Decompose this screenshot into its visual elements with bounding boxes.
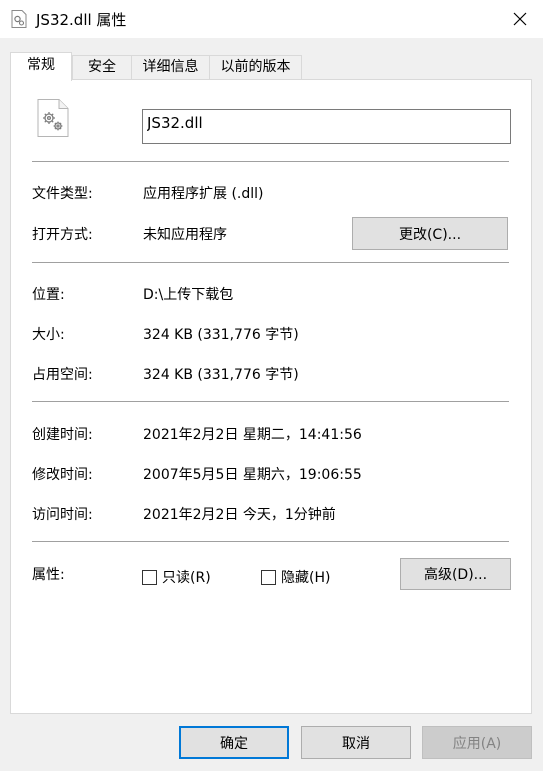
tab-general[interactable]: 常规 — [10, 52, 72, 81]
apply-button[interactable]: 应用(A) — [422, 726, 532, 759]
opens-with-value: 未知应用程序 — [143, 227, 227, 243]
change-button[interactable]: 更改(C)... — [352, 217, 508, 250]
close-button[interactable] — [497, 0, 543, 38]
gear-file-icon — [37, 99, 69, 137]
advanced-button[interactable]: 高级(D)... — [400, 558, 511, 590]
size-on-disk-label: 占用空间: — [32, 367, 93, 383]
file-type-value: 应用程序扩展 (.dll) — [143, 186, 264, 202]
file-name-input[interactable] — [142, 109, 511, 144]
created-value: 2021年2月2日 星期二，14:41:56 — [143, 427, 362, 443]
dll-file-icon — [11, 10, 27, 28]
location-label: 位置: — [32, 287, 65, 303]
separator — [32, 401, 509, 402]
accessed-value: 2021年2月2日 今天，1分钟前 — [143, 507, 336, 523]
modified-value: 2007年5月5日 星期六，19:06:55 — [143, 467, 362, 483]
tab-details[interactable]: 详细信息 — [131, 55, 210, 80]
ok-button[interactable]: 确定 — [179, 726, 289, 759]
attributes-label: 属性: — [32, 567, 65, 583]
tab-security[interactable]: 安全 — [72, 55, 132, 80]
size-on-disk-value: 324 KB (331,776 字节) — [143, 367, 299, 383]
modified-label: 修改时间: — [32, 467, 93, 483]
title-bar: JS32.dll 属性 — [0, 0, 543, 38]
readonly-checkbox-label: 只读(R) — [162, 570, 211, 586]
general-panel: 文件类型: 应用程序扩展 (.dll) 打开方式: 未知应用程序 更改(C)..… — [10, 79, 532, 714]
separator — [32, 262, 509, 263]
size-value: 324 KB (331,776 字节) — [143, 327, 299, 343]
close-icon — [513, 12, 527, 26]
readonly-checkbox-box[interactable] — [142, 569, 157, 585]
window-title: JS32.dll 属性 — [36, 11, 127, 29]
file-type-label: 文件类型: — [32, 186, 93, 202]
hidden-checkbox-box[interactable] — [261, 569, 276, 585]
created-label: 创建时间: — [32, 427, 93, 443]
hidden-checkbox-label: 隐藏(H) — [281, 570, 331, 586]
cancel-button[interactable]: 取消 — [301, 726, 411, 759]
tab-previous-versions[interactable]: 以前的版本 — [209, 55, 302, 80]
size-label: 大小: — [32, 327, 65, 343]
accessed-label: 访问时间: — [32, 507, 93, 523]
readonly-checkbox[interactable]: 只读(R) — [142, 567, 211, 587]
separator — [32, 541, 509, 542]
separator — [32, 161, 509, 162]
hidden-checkbox[interactable]: 隐藏(H) — [261, 567, 330, 587]
location-value: D:\上传下载包 — [143, 287, 234, 303]
opens-with-label: 打开方式: — [32, 227, 93, 243]
